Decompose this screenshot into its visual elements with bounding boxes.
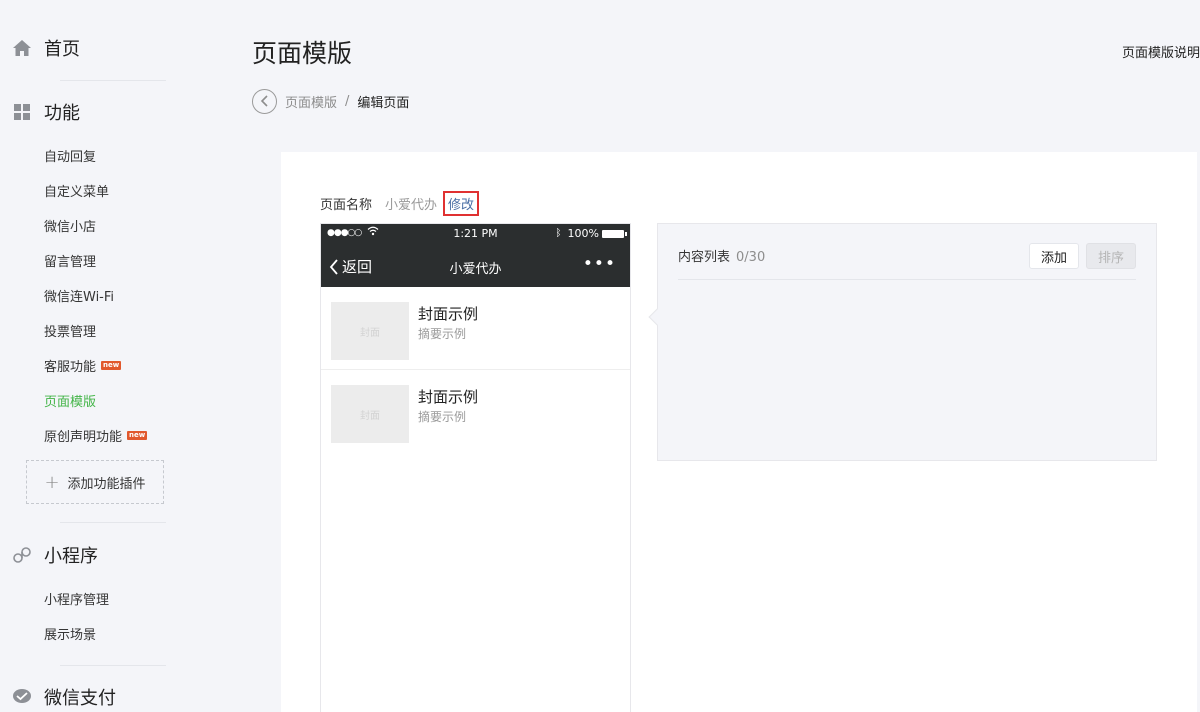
sidebar-item-label: 页面模版	[44, 394, 97, 410]
editor-card: 页面名称 小爱代办 修改 ●●●○○ 1:21 PM ᛒ 100% 返回 小爱代…	[281, 152, 1197, 712]
sidebar-section-wechat-pay-label: 微信支付	[44, 688, 116, 709]
sidebar-divider	[60, 665, 166, 666]
new-badge: new	[127, 430, 148, 440]
home-icon	[12, 38, 32, 58]
article-item[interactable]: 封面 封面示例 摘要示例	[321, 370, 630, 453]
sidebar-item-custom-menu[interactable]: 自定义菜单	[44, 179, 109, 201]
wechat-pay-icon	[12, 687, 32, 707]
sidebar-divider	[60, 522, 166, 523]
back-button[interactable]	[252, 88, 277, 114]
sidebar-section-function[interactable]: 功能	[12, 98, 80, 126]
sidebar-item-auto-reply[interactable]: 自动回复	[44, 144, 96, 166]
breadcrumb-current: 编辑页面	[357, 95, 410, 111]
content-count: 0/30	[736, 250, 766, 265]
phone-header: ●●●○○ 1:21 PM ᛒ 100% 返回 小爱代办 •••	[321, 224, 630, 287]
phone-preview: ●●●○○ 1:21 PM ᛒ 100% 返回 小爱代办 ••• 封面 封面示例…	[320, 223, 631, 712]
chevron-left-icon	[260, 95, 268, 107]
sidebar-item-label: 客服功能	[44, 359, 97, 375]
edit-name-link[interactable]: 修改	[443, 190, 480, 216]
help-link[interactable]: 页面模版说明	[1122, 42, 1200, 61]
sidebar-item-votes[interactable]: 投票管理	[44, 319, 96, 341]
content-list-header: 内容列表 0/30 添加 排序	[678, 242, 1136, 280]
sidebar: 首页 功能 自动回复 自定义菜单 微信小店 留言管理 微信连Wi-Fi 投票管理…	[0, 0, 180, 712]
cover-placeholder: 封面	[331, 385, 409, 443]
sidebar-section-function-label: 功能	[44, 103, 80, 124]
page-name-row: 页面名称 小爱代办 修改	[320, 190, 480, 216]
add-plugin-label: 添加功能插件	[67, 476, 146, 492]
sidebar-home[interactable]: 首页	[12, 34, 80, 62]
panel-pointer	[648, 308, 666, 326]
breadcrumb-separator: /	[345, 93, 350, 109]
page-name-label: 页面名称	[320, 197, 373, 213]
battery-status: ᛒ 100%	[555, 227, 627, 240]
sidebar-section-mini-program-label: 小程序	[44, 546, 98, 567]
page-name-value: 小爱代办	[385, 197, 438, 213]
article-title: 封面示例	[418, 388, 479, 406]
article-item[interactable]: 封面 封面示例 摘要示例	[321, 287, 630, 370]
sidebar-home-label: 首页	[44, 39, 80, 60]
breadcrumb: 页面模版 / 编辑页面	[252, 88, 409, 114]
sidebar-item-original-declaration[interactable]: 原创声明功能 new	[44, 424, 148, 446]
sidebar-item-customer-service[interactable]: 客服功能 new	[44, 354, 122, 376]
sidebar-item-label: 展示场景	[44, 627, 97, 643]
more-icon[interactable]: •••	[583, 254, 616, 274]
article-summary: 摘要示例	[418, 410, 467, 424]
sidebar-item-display-scenes[interactable]: 展示场景	[44, 622, 96, 644]
article-title: 封面示例	[418, 305, 479, 323]
sort-button[interactable]: 排序	[1086, 243, 1136, 269]
sidebar-item-label: 微信连Wi-Fi	[44, 289, 115, 305]
sidebar-item-wechat-store[interactable]: 微信小店	[44, 214, 96, 236]
sidebar-item-label: 原创声明功能	[44, 429, 123, 445]
sidebar-item-page-template[interactable]: 页面模版	[44, 389, 96, 411]
sidebar-item-mini-program-manage[interactable]: 小程序管理	[44, 587, 109, 609]
breadcrumb-parent[interactable]: 页面模版	[285, 92, 337, 111]
mini-program-icon	[12, 545, 32, 565]
page-title: 页面模版	[252, 39, 353, 68]
bluetooth-icon: ᛒ	[555, 228, 562, 239]
sidebar-item-label: 自动回复	[44, 149, 97, 165]
battery-percent: 100%	[567, 227, 599, 240]
content-list-title: 内容列表 0/30	[678, 246, 765, 265]
content-list-label: 内容列表	[678, 250, 731, 265]
sidebar-divider	[60, 80, 166, 81]
add-content-button[interactable]: 添加	[1029, 243, 1079, 269]
sidebar-item-label: 自定义菜单	[44, 184, 110, 200]
phone-status-bar: ●●●○○ 1:21 PM ᛒ 100%	[321, 224, 630, 244]
content-list-panel: 内容列表 0/30 添加 排序	[648, 223, 1157, 461]
sidebar-item-label: 投票管理	[44, 324, 97, 340]
add-plugin-button[interactable]: + 添加功能插件	[26, 460, 164, 504]
new-badge: new	[101, 360, 122, 370]
sidebar-item-label: 微信小店	[44, 219, 97, 235]
sidebar-section-wechat-pay[interactable]: 微信支付	[12, 683, 116, 711]
grid-icon	[12, 102, 32, 122]
article-summary: 摘要示例	[418, 327, 467, 341]
phone-nav-bar: 返回 小爱代办 •••	[321, 244, 630, 287]
sidebar-item-wifi[interactable]: 微信连Wi-Fi	[44, 284, 114, 306]
sidebar-item-label: 留言管理	[44, 254, 97, 270]
sidebar-item-comments[interactable]: 留言管理	[44, 249, 96, 271]
cover-placeholder: 封面	[331, 302, 409, 360]
sidebar-item-label: 小程序管理	[44, 592, 110, 608]
sidebar-section-mini-program[interactable]: 小程序	[12, 541, 98, 569]
plus-icon: +	[44, 471, 60, 493]
battery-icon	[602, 229, 627, 238]
